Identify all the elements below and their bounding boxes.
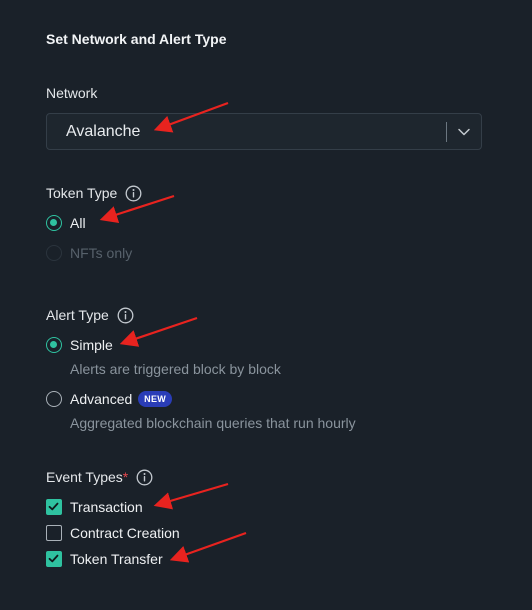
alert-type-label: Alert Type <box>46 307 134 324</box>
alert-type-simple-description: Alerts are triggered block by block <box>70 361 281 377</box>
token-type-nfts-label: NFTs only <box>70 245 133 261</box>
event-transaction-checkbox[interactable] <box>46 499 62 515</box>
alert-type-label-text: Alert Type <box>46 307 109 323</box>
event-token-transfer-label[interactable]: Token Transfer <box>70 551 163 567</box>
alert-type-advanced-label[interactable]: Advanced NEW <box>70 391 173 408</box>
info-icon[interactable] <box>136 469 153 486</box>
token-type-all-radio[interactable] <box>46 215 62 231</box>
event-types-label: Event Types* <box>46 469 153 486</box>
annotation-arrow-transaction <box>153 482 229 510</box>
new-badge: NEW <box>138 391 173 408</box>
alert-type-simple-label[interactable]: Simple <box>70 337 113 353</box>
event-contract-creation-label[interactable]: Contract Creation <box>70 525 180 541</box>
network-select-value: Avalanche <box>66 123 141 140</box>
token-type-label: Token Type <box>46 185 142 202</box>
select-separator <box>446 122 447 142</box>
token-type-label-text: Token Type <box>46 185 118 201</box>
annotation-arrow-token-transfer <box>169 531 247 563</box>
info-icon[interactable] <box>125 185 142 202</box>
event-contract-creation-checkbox[interactable] <box>46 525 62 541</box>
info-icon[interactable] <box>117 307 134 324</box>
section-title: Set Network and Alert Type <box>46 31 227 47</box>
checkmark-icon <box>48 554 59 563</box>
token-type-all-label[interactable]: All <box>70 215 86 231</box>
event-token-transfer-checkbox[interactable] <box>46 551 62 567</box>
alert-type-advanced-text: Advanced <box>70 391 133 407</box>
alert-type-simple-radio[interactable] <box>46 337 62 353</box>
required-asterisk: * <box>122 469 129 485</box>
alert-type-advanced-description: Aggregated blockchain queries that run h… <box>70 415 356 431</box>
chevron-down-icon[interactable] <box>457 125 471 139</box>
event-types-label-text: Event Types <box>46 469 123 485</box>
alert-type-advanced-radio[interactable] <box>46 391 62 407</box>
network-select[interactable]: Avalanche <box>46 113 482 150</box>
network-label: Network <box>46 85 98 101</box>
event-transaction-label[interactable]: Transaction <box>70 499 143 515</box>
token-type-nfts-radio <box>46 245 62 261</box>
checkmark-icon <box>48 502 59 511</box>
annotation-arrow-alert-type <box>119 316 198 347</box>
